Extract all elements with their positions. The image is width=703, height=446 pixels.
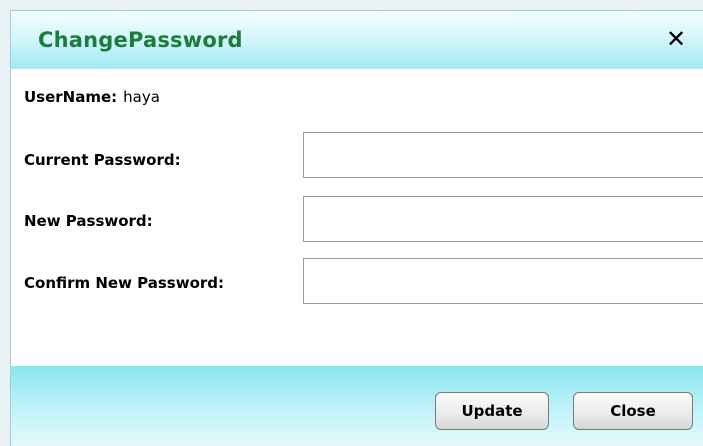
confirm-password-label: Confirm New Password: <box>24 274 225 292</box>
close-button[interactable]: Close <box>573 392 693 430</box>
update-button[interactable]: Update <box>435 392 549 430</box>
confirm-password-field[interactable] <box>303 258 703 304</box>
current-password-field[interactable] <box>303 132 703 178</box>
username-row: UserName: haya <box>24 88 160 106</box>
dialog-title: ChangePassword <box>38 28 243 52</box>
username-value: haya <box>123 88 160 106</box>
new-password-label: New Password: <box>24 212 153 230</box>
username-label: UserName: <box>24 88 118 106</box>
new-password-field[interactable] <box>303 196 703 242</box>
change-password-dialog: ChangePassword ✕ UserName: haya Current P… <box>10 10 703 446</box>
current-password-label: Current Password: <box>24 151 181 169</box>
dialog-titlebar: ChangePassword ✕ <box>11 11 703 69</box>
close-icon[interactable]: ✕ <box>661 24 691 54</box>
